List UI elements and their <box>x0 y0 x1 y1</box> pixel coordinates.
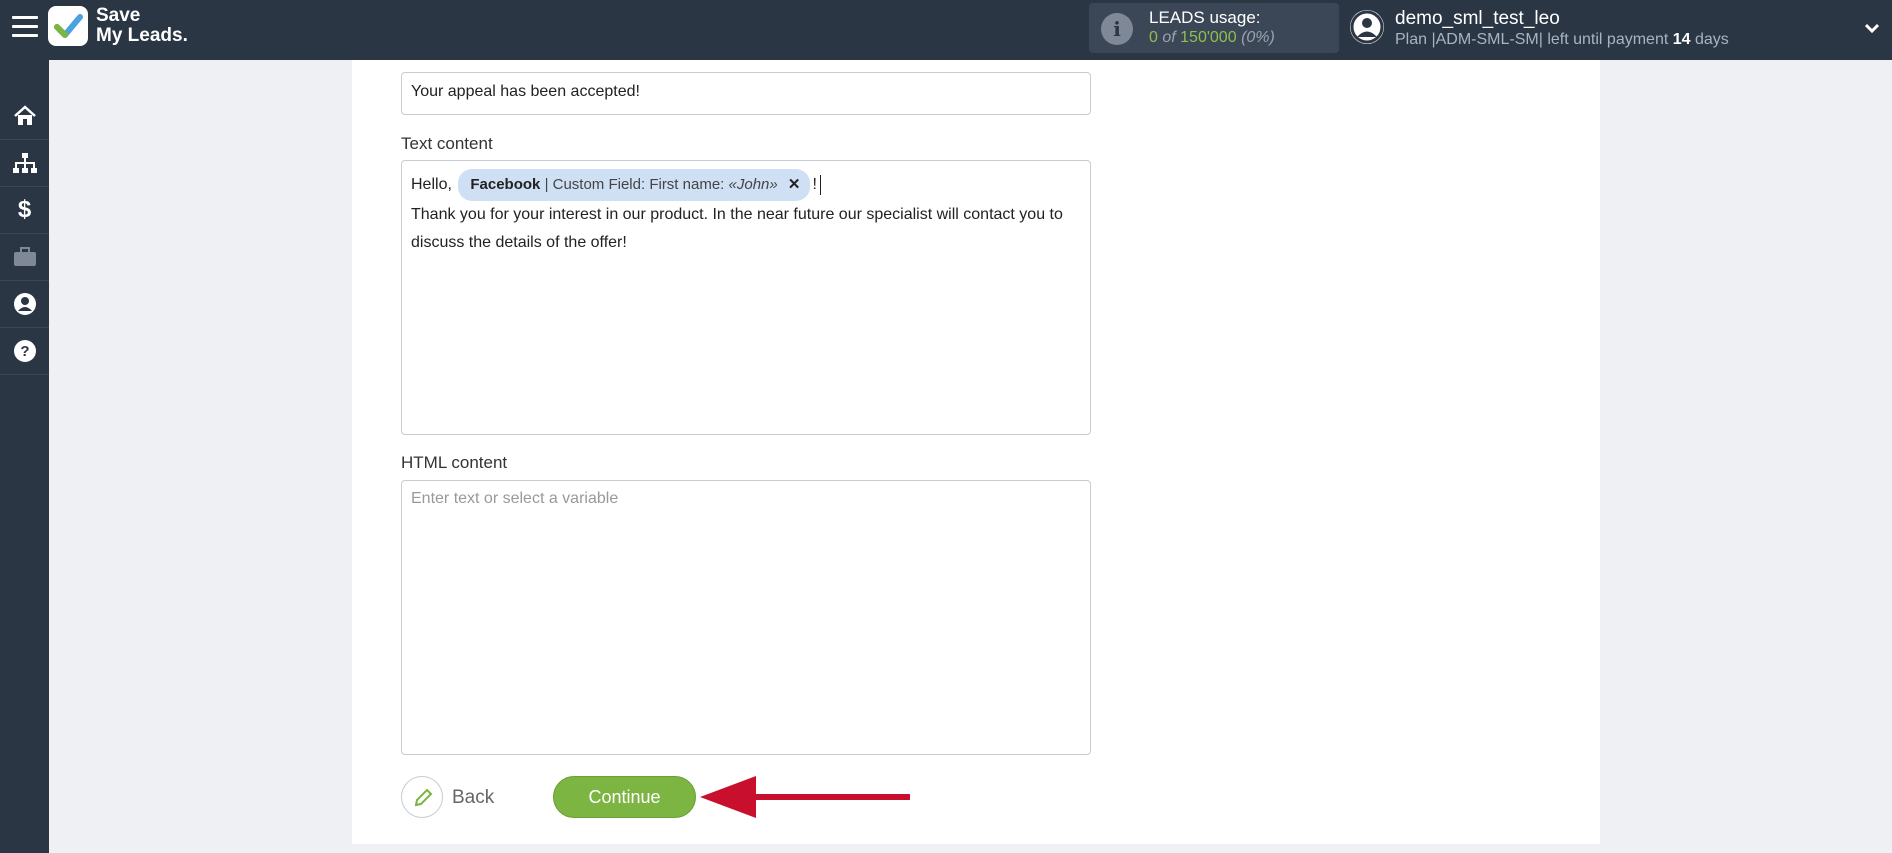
info-icon[interactable]: i <box>1101 13 1133 45</box>
user-avatar-icon[interactable] <box>1350 10 1384 44</box>
text-body-line1: Thank you for your interest in our produ… <box>411 206 1063 223</box>
menu-icon[interactable] <box>12 16 38 38</box>
leads-of: of <box>1162 29 1176 46</box>
html-placeholder: Enter text or select a variable <box>411 490 619 507</box>
plan-text: Plan |ADM-SML-SM| left until payment <box>1395 31 1669 48</box>
leads-usage-value: 0 of 150'000 (0%) <box>1149 29 1275 47</box>
sidebar-item-connections[interactable] <box>0 140 49 187</box>
logo-line2: My Leads. <box>96 25 188 46</box>
sidebar-item-help[interactable]: ? <box>0 328 49 375</box>
user-plan: Plan |ADM-SML-SM| left until payment 14 … <box>1395 31 1729 49</box>
chip-value: «John» <box>728 176 778 193</box>
help-icon: ? <box>13 340 36 362</box>
subject-value: Your appeal has been accepted! <box>411 83 640 100</box>
text-line-greeting: Hello, Facebook | Custom Field: First na… <box>411 169 1081 201</box>
sidebar-item-tools[interactable] <box>0 234 49 281</box>
red-arrow-annotation <box>700 776 910 818</box>
chip-remove-icon[interactable]: ✕ <box>788 176 801 193</box>
svg-text:?: ? <box>20 343 29 360</box>
chevron-down-icon[interactable] <box>1862 18 1882 38</box>
text-greeting: Hello, <box>411 176 452 193</box>
html-content-editor[interactable]: Enter text or select a variable <box>401 480 1091 755</box>
chip-source: Facebook <box>470 176 541 193</box>
variable-chip[interactable]: Facebook | Custom Field: First name: «Jo… <box>458 169 811 201</box>
leads-usage-panel: i LEADS usage: 0 of 150'000 (0%) <box>1089 3 1339 53</box>
sidebar-item-home[interactable] <box>0 93 49 140</box>
leads-percent: (0%) <box>1241 29 1275 46</box>
text-after-chip: ! <box>812 176 817 193</box>
plan-days-suffix: days <box>1695 31 1729 48</box>
text-content-label: Text content <box>401 134 493 153</box>
user-name[interactable]: demo_sml_test_leo <box>1395 8 1560 30</box>
plan-days: 14 <box>1672 31 1691 48</box>
sitemap-icon <box>12 153 37 173</box>
leads-total: 150'000 <box>1180 29 1237 46</box>
pencil-icon <box>414 788 433 807</box>
logo-text[interactable]: Save My Leads. <box>96 6 188 46</box>
leads-usage-title: LEADS usage: <box>1149 8 1261 27</box>
user-circle-icon <box>13 293 36 315</box>
logo-icon[interactable] <box>48 6 88 46</box>
text-body-line2: discuss the details of the offer! <box>411 234 627 251</box>
html-content-label: HTML content <box>401 453 508 472</box>
home-icon <box>13 105 36 125</box>
subject-input[interactable]: Your appeal has been accepted! <box>401 72 1091 115</box>
continue-button[interactable]: Continue <box>553 776 696 818</box>
back-label[interactable]: Back <box>452 787 494 809</box>
leads-used: 0 <box>1149 29 1158 46</box>
briefcase-icon <box>13 247 36 266</box>
sidebar-item-billing[interactable]: $ <box>0 187 49 234</box>
top-bar: Save My Leads. i LEADS usage: 0 of 150'0… <box>0 0 1892 60</box>
back-button[interactable] <box>401 776 443 818</box>
dollar-icon: $ <box>17 196 32 223</box>
text-cursor <box>819 174 821 195</box>
chip-field: | Custom Field: First name: <box>544 176 725 193</box>
sidebar: $ ? <box>0 60 49 853</box>
sidebar-item-account[interactable] <box>0 281 49 328</box>
logo-line1: Save <box>96 5 141 26</box>
text-content-editor[interactable]: Hello, Facebook | Custom Field: First na… <box>401 160 1091 435</box>
